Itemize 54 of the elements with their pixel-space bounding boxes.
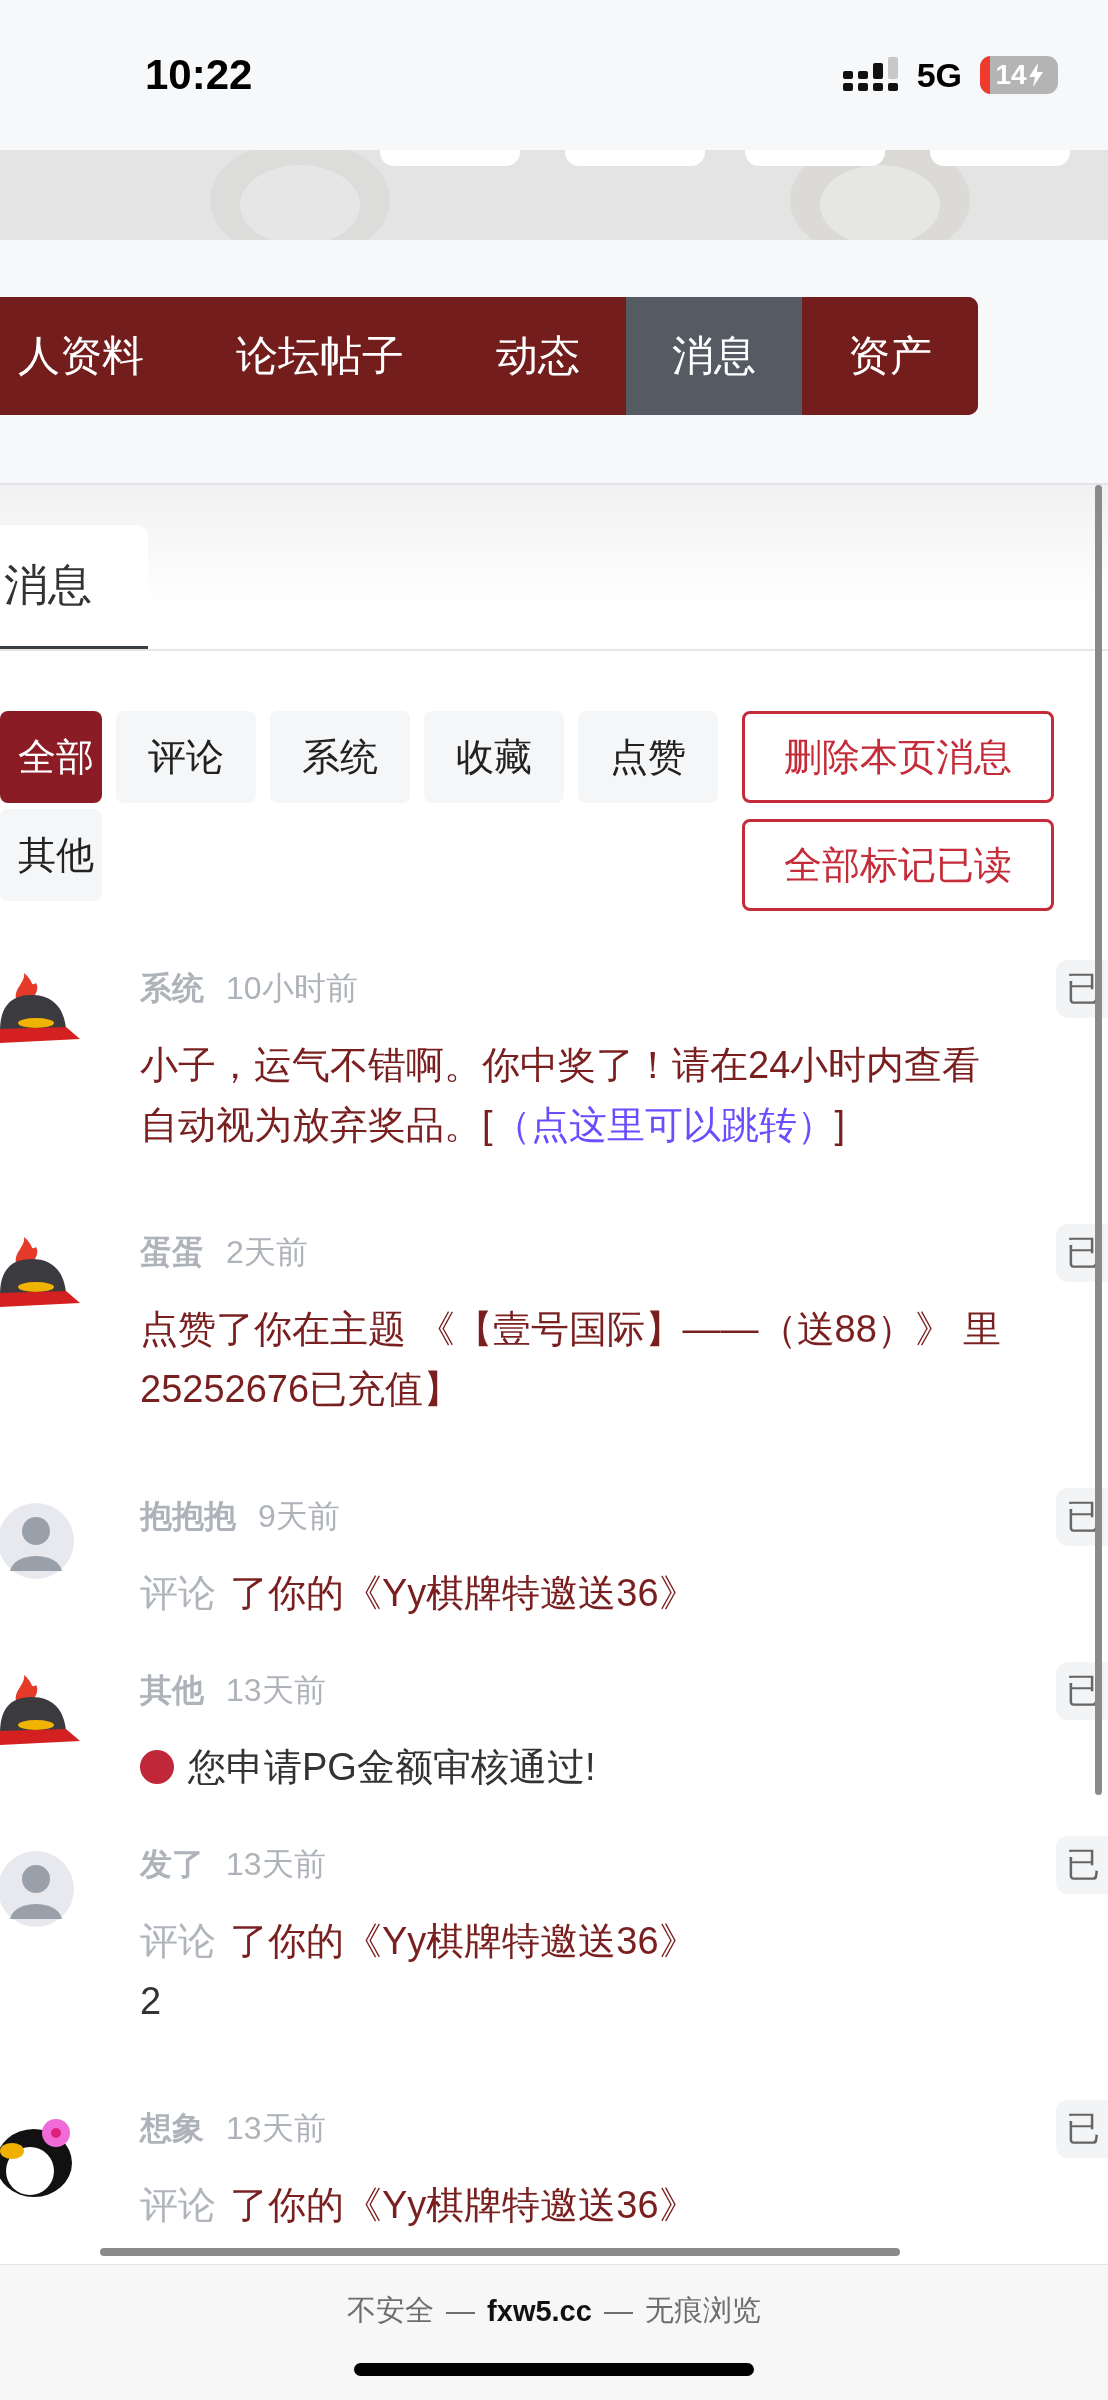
type-label: 评论 bbox=[140, 1570, 216, 1616]
message-time: 13天前 bbox=[226, 2109, 326, 2148]
message-time: 10小时前 bbox=[226, 969, 358, 1008]
separator-text: — bbox=[603, 2294, 633, 2328]
battery-indicator: 14 bbox=[980, 56, 1058, 94]
security-label: 不安全 bbox=[347, 2293, 435, 2328]
message-time: 9天前 bbox=[258, 1497, 340, 1536]
helmet-icon bbox=[0, 973, 80, 1043]
section-tab[interactable]: 消息 bbox=[0, 525, 148, 649]
filter-chip[interactable]: 其他 bbox=[0, 809, 102, 901]
filter-chip[interactable]: 点赞 bbox=[578, 711, 718, 803]
clock-time: 10:22 bbox=[145, 51, 253, 99]
sender-name: 蛋蛋 bbox=[140, 1233, 204, 1272]
filter-chip[interactable]: 全部 bbox=[0, 711, 102, 803]
read-status[interactable]: 已 bbox=[1056, 2100, 1108, 2158]
domain-text[interactable]: fxw5.cc bbox=[487, 2294, 592, 2328]
sender-name: 系统 bbox=[140, 969, 204, 1008]
message-text: 2 bbox=[140, 1979, 162, 2023]
action-button[interactable]: 全部标记已读 bbox=[742, 819, 1054, 911]
message-text: 25252676已充值】 bbox=[140, 1366, 462, 1412]
sender-name: 抱抱抱 bbox=[140, 1497, 236, 1536]
message-text: 了你的《Yy棋牌特邀送36》 bbox=[230, 1918, 697, 1964]
message-text: 自动视为放弃奖品。[ bbox=[140, 1102, 493, 1148]
message-time: 2天前 bbox=[226, 1233, 308, 1272]
separator-text: — bbox=[446, 2294, 476, 2328]
message-time: 13天前 bbox=[226, 1845, 326, 1884]
signal-icon bbox=[842, 57, 899, 93]
filter-chip[interactable]: 系统 bbox=[270, 711, 410, 803]
nav-tab[interactable]: 消息 bbox=[626, 296, 802, 415]
helmet-icon bbox=[0, 1237, 80, 1307]
message-text: 点赞了你在主题 《【壹号国际】——（送88）》 里 bbox=[140, 1306, 1002, 1352]
action-button[interactable]: 删除本页消息 bbox=[742, 711, 1054, 803]
mode-label: 无痕浏览 bbox=[644, 2293, 761, 2328]
message-text: ] bbox=[834, 1103, 846, 1147]
scrollbar[interactable] bbox=[100, 2248, 900, 2256]
message-text: 小子，运气不错啊。你中奖了！请在24小时内查看 bbox=[140, 1042, 981, 1088]
jump-link[interactable]: （点这里可以跳转） bbox=[492, 1099, 835, 1151]
message-time: 13天前 bbox=[226, 1671, 326, 1710]
filter-chip[interactable]: 收藏 bbox=[424, 711, 564, 803]
message-text: 了你的《Yy棋牌特邀送36》 bbox=[230, 2182, 697, 2228]
message-text: 了你的《Yy棋牌特邀送36》 bbox=[230, 1570, 697, 1616]
helmet-icon bbox=[0, 1675, 80, 1745]
sender-name: 发了 bbox=[140, 1845, 204, 1884]
network-label: 5G bbox=[916, 55, 962, 95]
message-text: 您申请PG金额审核通过! bbox=[188, 1744, 596, 1790]
status-dot-icon bbox=[140, 1750, 174, 1784]
home-indicator[interactable] bbox=[354, 2363, 754, 2376]
read-status[interactable]: 已 bbox=[1056, 1836, 1108, 1894]
type-label: 评论 bbox=[140, 2182, 216, 2228]
sender-name: 想象 bbox=[140, 2109, 204, 2148]
filter-chip[interactable]: 评论 bbox=[116, 711, 256, 803]
type-label: 评论 bbox=[140, 1918, 216, 1964]
scrollbar[interactable] bbox=[1095, 485, 1102, 1795]
sender-name: 其他 bbox=[140, 1671, 204, 1710]
